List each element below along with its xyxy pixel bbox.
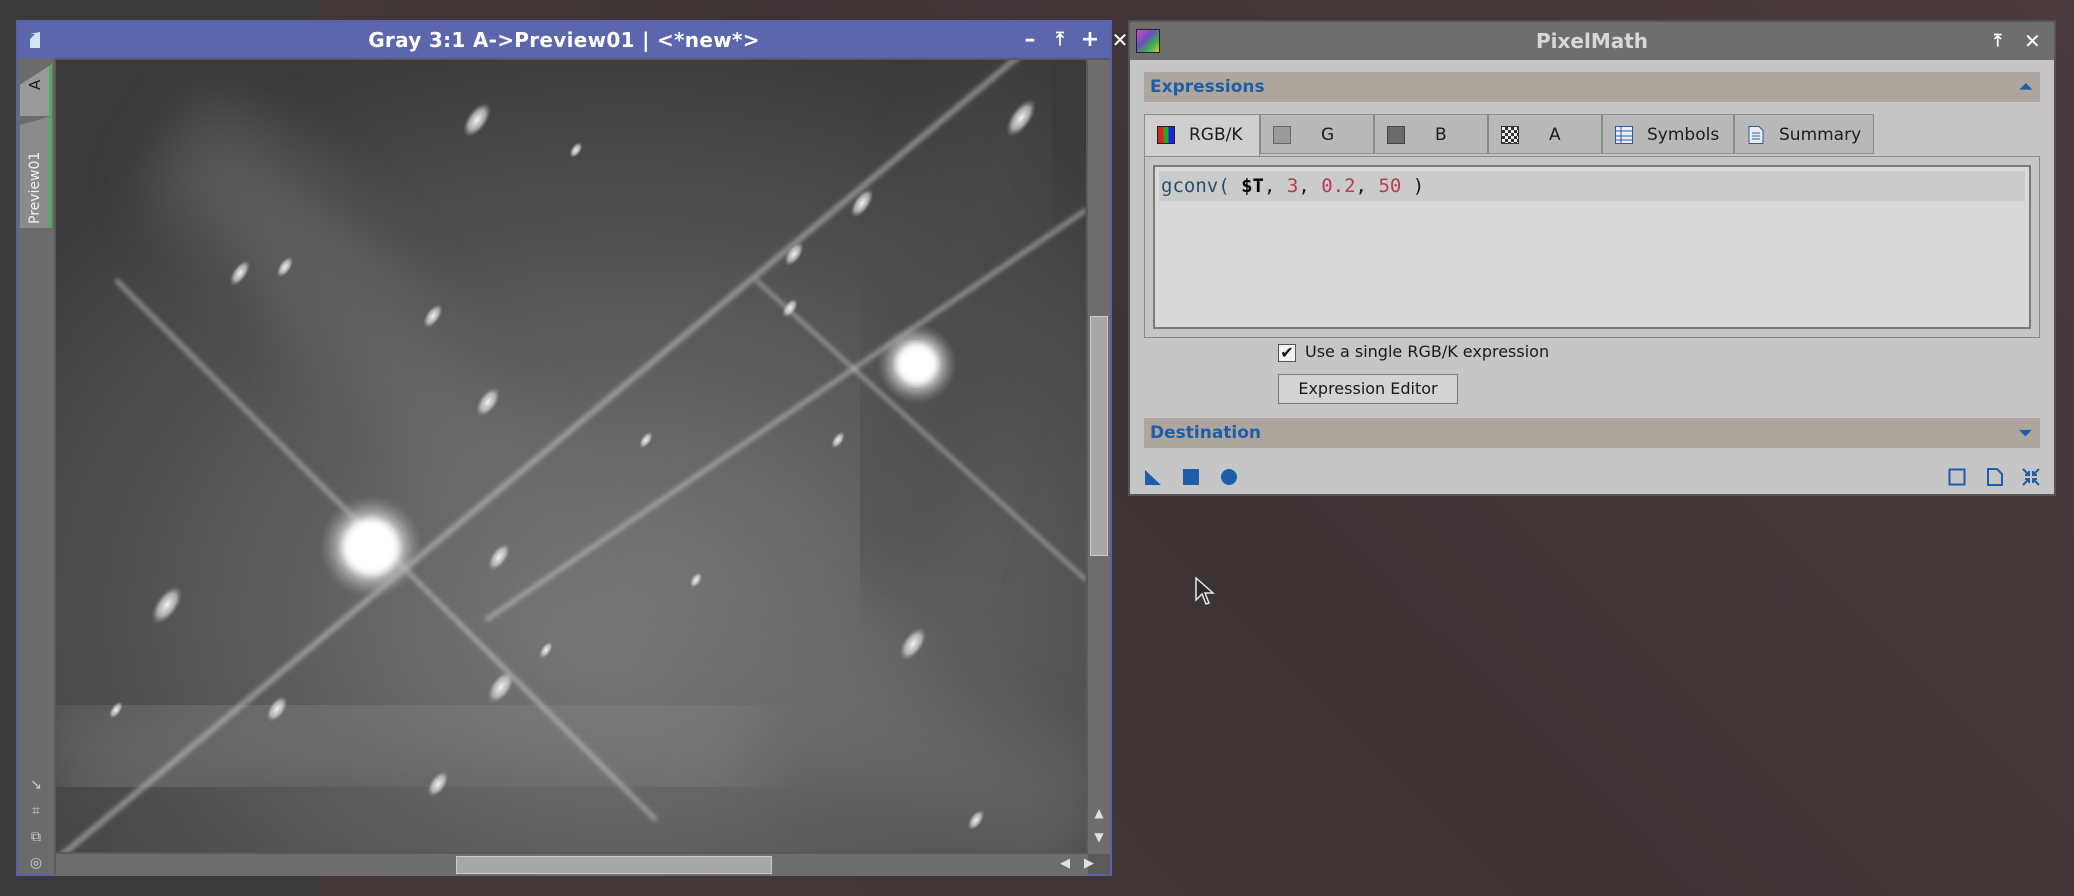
image-canvas[interactable]	[56, 60, 1086, 852]
expression-editor-frame: gconv( $T, 3, 0.2, 50 )	[1144, 156, 2040, 338]
document-icon	[1748, 126, 1764, 144]
scroll-down-icon[interactable]: ▼	[1092, 830, 1106, 844]
tab-g[interactable]: G	[1260, 114, 1374, 154]
expr-close-paren: )	[1412, 175, 1425, 197]
reset-compress-icon[interactable]	[2022, 468, 2040, 486]
vertical-scroll-thumb[interactable]	[1090, 316, 1108, 556]
vertical-scrollbar[interactable]: ▲ ▼	[1088, 60, 1110, 854]
tab-a[interactable]: A	[1488, 114, 1602, 154]
close-icon[interactable]: ✕	[2024, 29, 2041, 53]
single-expression-checkbox[interactable]: ✔	[1278, 344, 1296, 362]
destination-section-label: Destination	[1150, 423, 1262, 443]
single-expression-label[interactable]: Use a single RGB/K expression	[1305, 342, 1549, 361]
crop-icon[interactable]: ⌗	[27, 802, 45, 820]
tab-b[interactable]: B	[1374, 114, 1488, 154]
expression-text-area[interactable]: gconv( $T, 3, 0.2, 50 )	[1153, 165, 2031, 329]
table-icon	[1615, 126, 1633, 144]
scroll-right-icon[interactable]: ▶	[1084, 856, 1094, 871]
horizontal-scrollbar[interactable]: ◀	[56, 854, 1088, 876]
shade-icon[interactable]: ⤒	[1048, 28, 1072, 52]
scroll-left-icon[interactable]: ◀	[1060, 856, 1070, 871]
image-window-title: Gray 3:1 A->Preview01 | <*new*>	[368, 28, 760, 52]
expression-line[interactable]: gconv( $T, 3, 0.2, 50 )	[1159, 171, 2025, 201]
tab-preview01-label: Preview01	[27, 151, 43, 224]
expr-function: gconv(	[1161, 175, 1230, 197]
rgb-channels-icon	[1157, 126, 1175, 144]
mouse-cursor-icon	[1195, 576, 1215, 605]
tab-summary-label: Summary	[1779, 125, 1862, 145]
image-window[interactable]: Gray 3:1 A->Preview01 | <*new*> – ⤒ + ✕ …	[16, 20, 1128, 876]
destination-section-header[interactable]: Destination ⏷	[1144, 418, 2040, 448]
pixelmath-window[interactable]: PixelMath ⤒ ✕ Expressions ⏶ RGB/K G B A	[1128, 20, 2056, 496]
clone-icon[interactable]: ⧉	[27, 828, 45, 846]
tab-rgbk[interactable]: RGB/K	[1144, 114, 1260, 156]
tab-symbols[interactable]: Symbols	[1602, 114, 1734, 154]
expr-arg-2: 3	[1286, 175, 1299, 197]
expr-arg-4: 50	[1378, 175, 1402, 197]
expression-editor-button[interactable]: Expression Editor	[1278, 374, 1458, 404]
scroll-up-icon[interactable]: ▲	[1092, 806, 1106, 820]
gray-swatch-icon	[1273, 126, 1291, 144]
pixelmath-title: PixelMath	[1535, 29, 1649, 53]
tab-main-view[interactable]	[20, 64, 52, 116]
tab-main-view-label: A	[26, 79, 44, 90]
tab-g-label: G	[1321, 125, 1335, 145]
maximize-icon[interactable]: +	[1078, 28, 1102, 52]
image-window-titlebar[interactable]: Gray 3:1 A->Preview01 | <*new*> – ⤒ + ✕	[18, 22, 1128, 58]
dark-swatch-icon	[1387, 126, 1405, 144]
tab-rgbk-label: RGB/K	[1189, 125, 1243, 145]
expand-down-icon[interactable]: ⏷	[2019, 418, 2032, 448]
tab-summary[interactable]: Summary	[1734, 114, 1874, 154]
star-field-image	[56, 60, 1086, 852]
apply-square-icon[interactable]	[1182, 468, 1200, 486]
tab-symbols-label: Symbols	[1647, 125, 1720, 145]
apply-global-circle-icon[interactable]	[1220, 468, 1238, 486]
pixelmath-titlebar[interactable]: PixelMath ⤒ ✕	[1130, 22, 2054, 60]
preview-square-icon[interactable]	[1948, 468, 1966, 486]
tab-b-label: B	[1435, 125, 1447, 145]
shade-icon[interactable]: ⤒	[1994, 29, 2002, 53]
process-toolbar	[1130, 460, 2054, 494]
document-edit-icon[interactable]	[1986, 468, 2004, 486]
minimize-icon[interactable]: –	[1018, 28, 1042, 52]
expressions-section-header[interactable]: Expressions ⏶	[1144, 72, 2040, 102]
collapse-up-icon[interactable]: ⏶	[2019, 72, 2032, 102]
tab-a-label: A	[1549, 125, 1561, 145]
view-tabs-bar: A Preview01 ↘ ⌗ ⧉ ◎	[18, 58, 54, 874]
target-icon[interactable]: ◎	[27, 854, 45, 872]
arrow-resize-icon[interactable]: ↘	[27, 776, 45, 794]
expressions-section-label: Expressions	[1150, 77, 1265, 97]
alpha-checker-icon	[1501, 126, 1519, 144]
expr-arg-target: $T	[1241, 175, 1264, 197]
new-instance-triangle-icon[interactable]	[1144, 468, 1162, 486]
horizontal-scroll-thumb[interactable]	[456, 856, 772, 874]
expr-arg-3: 0.2	[1321, 175, 1356, 197]
